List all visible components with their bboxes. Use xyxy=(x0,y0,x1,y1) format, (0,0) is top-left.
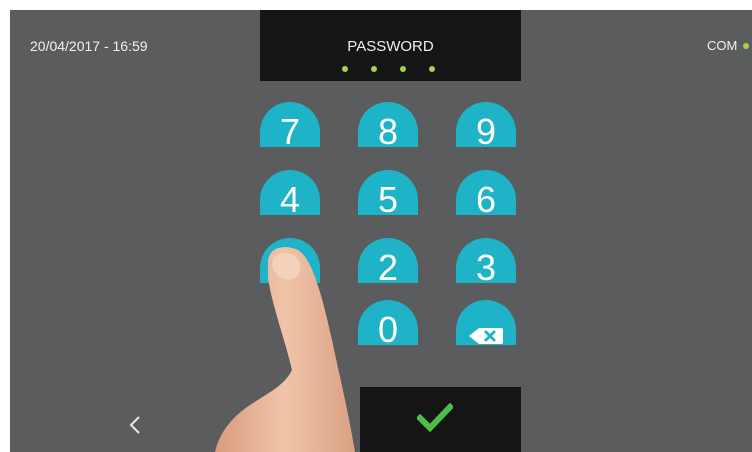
intercom-screen: 20/04/2017 - 16:59 COM PASSWORD 7 8 9 4 … xyxy=(10,10,752,452)
checkmark-icon xyxy=(417,403,453,433)
password-dot xyxy=(400,66,406,72)
chevron-left-icon[interactable] xyxy=(128,413,144,437)
key-label: 0 xyxy=(377,309,399,350)
key-3-button[interactable]: 3 xyxy=(456,238,516,288)
key-4-button[interactable]: 4 xyxy=(260,170,320,220)
key-2-button[interactable]: 2 xyxy=(358,238,418,288)
key-1-button[interactable]: 1 xyxy=(260,238,320,288)
password-label: PASSWORD xyxy=(347,38,434,55)
com-status-dot-icon xyxy=(743,42,750,49)
com-label: COM xyxy=(707,38,738,53)
key-label: 8 xyxy=(377,111,399,152)
password-dots xyxy=(342,66,435,72)
key-label: 2 xyxy=(377,247,399,288)
datetime-label: 20/04/2017 - 16:59 xyxy=(30,38,148,54)
delete-button[interactable] xyxy=(456,300,516,345)
key-label: 5 xyxy=(377,179,399,220)
key-label: 1 xyxy=(279,247,301,288)
backspace-icon xyxy=(469,328,503,344)
password-dot xyxy=(342,66,348,72)
password-display: PASSWORD xyxy=(260,10,521,81)
key-label: 3 xyxy=(475,247,497,288)
key-label: 4 xyxy=(279,179,301,220)
key-0-button[interactable]: 0 xyxy=(358,300,418,350)
key-label: 9 xyxy=(475,111,497,152)
key-5-button[interactable]: 5 xyxy=(358,170,418,220)
key-8-button[interactable]: 8 xyxy=(358,102,418,152)
password-dot xyxy=(429,66,435,72)
key-9-button[interactable]: 9 xyxy=(456,102,516,152)
key-7-button[interactable]: 7 xyxy=(260,102,320,152)
key-6-button[interactable]: 6 xyxy=(456,170,516,220)
confirm-button[interactable] xyxy=(360,387,521,452)
com-status: COM xyxy=(707,38,750,53)
key-label: 7 xyxy=(279,111,301,152)
key-label: 6 xyxy=(475,179,497,220)
password-dot xyxy=(371,66,377,72)
